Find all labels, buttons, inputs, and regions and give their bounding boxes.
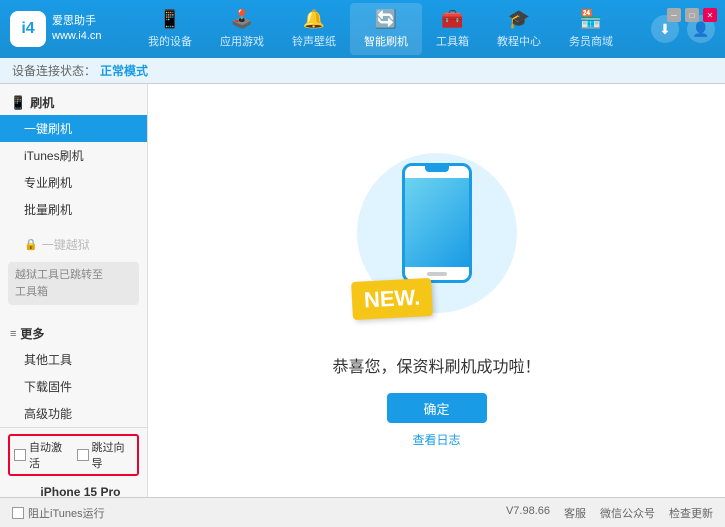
lock-icon: 🔒 [24, 238, 38, 251]
sidebar-item-download-firmware[interactable]: 下载固件 [0, 373, 147, 400]
wechat-link[interactable]: 微信公众号 [600, 505, 655, 521]
more-section-header: ≡ 更多 [0, 321, 147, 346]
sidebar-item-jailbreak: 🔒 一键越狱 [0, 231, 147, 258]
jailbreak-tip: 越狱工具已跳转至 工具箱 [8, 262, 139, 305]
nav-tab-service[interactable]: 🏪 务员商域 [555, 3, 627, 55]
sidebar-item-pro-flash[interactable]: 专业刷机 [0, 169, 147, 196]
device-name: iPhone 15 Pro Max [40, 483, 135, 497]
main-layout: 📱 刷机 一键刷机 iTunes刷机 专业刷机 批量刷机 🔒 一键越狱 越狱工具… [0, 84, 725, 497]
app-header: i4 爱思助手 www.i4.cn 📱 我的设备 🕹️ 应用游戏 🔔 铃声壁纸 … [0, 0, 725, 58]
more-icon: ≡ [10, 328, 16, 340]
footer: 阻止iTunes运行 V7.98.66 客服 微信公众号 检查更新 [0, 497, 725, 527]
status-label: 设备连接状态： [12, 62, 96, 79]
sidebar-bottom: 自动激活 跳过向导 📱 iPhone 15 Pro Max 512GB iPho… [0, 427, 147, 497]
logo-icon: i4 [10, 11, 46, 47]
toolbox-icon: 🧰 [441, 9, 463, 30]
version-label: V7.98.66 [506, 505, 550, 521]
footer-left: 阻止iTunes运行 [12, 505, 105, 521]
check-update-link[interactable]: 检查更新 [669, 505, 713, 521]
phone-home-button [427, 272, 447, 276]
phone-notch [425, 166, 449, 172]
service-icon: 🏪 [580, 9, 602, 30]
smart-flash-icon: 🔄 [375, 9, 397, 30]
stop-itunes-checkbox[interactable] [12, 507, 24, 519]
logo-text: 爱思助手 www.i4.cn [52, 14, 102, 45]
skip-guide-checkbox[interactable] [77, 449, 89, 461]
stop-itunes-label: 阻止iTunes运行 [28, 505, 105, 521]
minimize-button[interactable]: ─ [667, 8, 681, 22]
nav-tabs: 📱 我的设备 🕹️ 应用游戏 🔔 铃声壁纸 🔄 智能刷机 🧰 工具箱 🎓 [120, 3, 641, 55]
nav-tab-smart-flash[interactable]: 🔄 智能刷机 [350, 3, 422, 55]
nav-tab-my-device[interactable]: 📱 我的设备 [134, 3, 206, 55]
tutorial-icon: 🎓 [508, 9, 530, 30]
sidebar: 📱 刷机 一键刷机 iTunes刷机 专业刷机 批量刷机 🔒 一键越狱 越狱工具… [0, 84, 148, 497]
phone-screen [405, 178, 469, 267]
subheader: 设备连接状态： 正常模式 [0, 58, 725, 84]
main-content: ✦ ✦ NEW. 恭喜您，保资料刷机成功啦！ 确定 查看日志 [148, 84, 725, 497]
nav-tab-apps-games[interactable]: 🕹️ 应用游戏 [206, 3, 278, 55]
sidebar-item-one-click-flash[interactable]: 一键刷机 [0, 115, 147, 142]
sidebar-item-other-tools[interactable]: 其他工具 [0, 346, 147, 373]
customer-service-link[interactable]: 客服 [564, 505, 586, 521]
auto-activate-checkbox[interactable] [14, 449, 26, 461]
device-info: 📱 iPhone 15 Pro Max 512GB iPhone [8, 480, 139, 497]
success-message: 恭喜您，保资料刷机成功啦！ [332, 353, 540, 377]
flash-section-icon: 📱 [10, 95, 26, 111]
sidebar-item-batch-flash[interactable]: 批量刷机 [0, 196, 147, 223]
new-badge: NEW. [351, 278, 433, 320]
nav-tab-tutorial[interactable]: 🎓 教程中心 [483, 3, 555, 55]
flash-section-header: 📱 刷机 [0, 90, 147, 115]
phone-illustration [402, 163, 472, 283]
apps-icon: 🕹️ [231, 9, 253, 30]
skip-guide-checkbox-item[interactable]: 跳过向导 [77, 439, 134, 471]
my-device-icon: 📱 [159, 9, 181, 30]
nav-tab-toolbox[interactable]: 🧰 工具箱 [422, 3, 483, 55]
sidebar-item-advanced[interactable]: 高级功能 [0, 400, 147, 427]
auto-activate-checkbox-item[interactable]: 自动激活 [14, 439, 71, 471]
status-value: 正常模式 [100, 62, 148, 79]
sidebar-item-itunes-flash[interactable]: iTunes刷机 [0, 142, 147, 169]
auto-activate-row: 自动激活 跳过向导 [8, 434, 139, 476]
maximize-button[interactable]: □ [685, 8, 699, 22]
device-details: iPhone 15 Pro Max 512GB iPhone [40, 483, 135, 497]
success-illustration: ✦ ✦ NEW. [347, 133, 527, 333]
close-button[interactable]: ✕ [703, 8, 717, 22]
nav-tab-ringtone[interactable]: 🔔 铃声壁纸 [278, 3, 350, 55]
ringtone-icon: 🔔 [303, 9, 325, 30]
footer-right: V7.98.66 客服 微信公众号 检查更新 [506, 505, 713, 521]
confirm-button[interactable]: 确定 [387, 393, 487, 423]
view-log-link[interactable]: 查看日志 [412, 431, 460, 448]
logo: i4 爱思助手 www.i4.cn [10, 11, 120, 47]
